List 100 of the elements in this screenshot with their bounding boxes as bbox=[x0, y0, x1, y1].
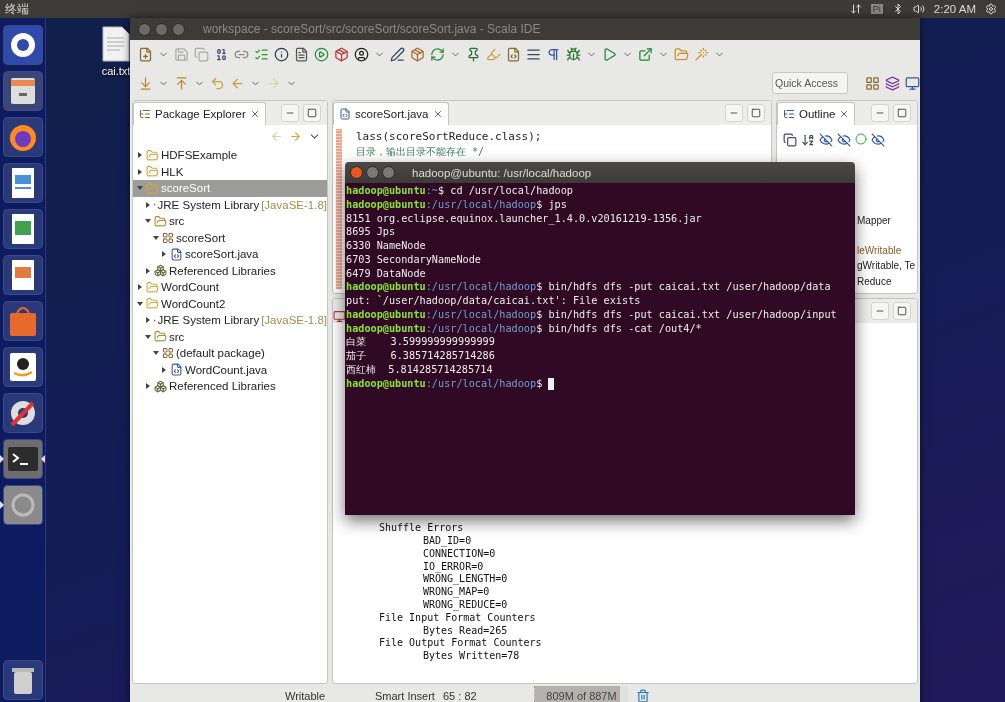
quick-access-field[interactable]: Quick Access bbox=[772, 72, 848, 94]
person-icon[interactable] bbox=[354, 46, 369, 62]
outline-item[interactable]: Reduce bbox=[857, 275, 917, 291]
sort-icon[interactable] bbox=[801, 133, 815, 147]
package-icon[interactable] bbox=[410, 46, 425, 62]
lines-icon[interactable] bbox=[526, 46, 541, 62]
view-tab[interactable]: Package Explorer bbox=[133, 102, 266, 125]
outline-item[interactable]: leWritable bbox=[857, 244, 917, 260]
tree-item[interactable]: WordCount2 bbox=[133, 295, 327, 312]
spreadsheet-icon[interactable] bbox=[2, 209, 43, 249]
logo-icon[interactable] bbox=[2, 25, 43, 65]
hide-static-icon[interactable] bbox=[837, 133, 851, 147]
close-button[interactable] bbox=[350, 166, 363, 179]
tree-item[interactable]: JRE System Library [JavaSE-1.8] bbox=[133, 196, 327, 213]
console-line: IO_ERROR=0 bbox=[423, 560, 485, 574]
maximize-button[interactable] bbox=[172, 22, 185, 36]
wand-icon[interactable] bbox=[694, 46, 709, 62]
forward-arrow-icon[interactable] bbox=[289, 129, 302, 143]
console-icon[interactable] bbox=[333, 310, 346, 323]
binary-icon[interactable] bbox=[214, 46, 229, 62]
tree-item[interactable]: Referenced Libraries bbox=[133, 378, 327, 395]
tree-item[interactable]: HLK bbox=[133, 163, 327, 180]
status-text: 65 : 82 bbox=[443, 690, 478, 702]
tree-item[interactable]: scoreSort.java bbox=[133, 246, 327, 263]
browser-icon[interactable] bbox=[2, 117, 43, 157]
settings-icon[interactable] bbox=[985, 3, 997, 15]
editor-tab[interactable]: scoreSort.java bbox=[333, 102, 449, 125]
trash-icon[interactable] bbox=[2, 660, 43, 700]
output-line: put: `/user/hadoop/data/caicai.txt': File exists bbox=[346, 294, 641, 308]
heap-bar[interactable]: 809M of 887M bbox=[534, 686, 628, 702]
run-config-icon[interactable] bbox=[314, 46, 329, 62]
volume-icon[interactable] bbox=[912, 3, 925, 15]
close-icon[interactable] bbox=[249, 109, 260, 119]
pen-icon[interactable] bbox=[390, 46, 405, 62]
prompt-user: hadoop@ubuntu bbox=[346, 307, 426, 322]
play-icon[interactable] bbox=[602, 46, 617, 62]
close-icon[interactable] bbox=[839, 109, 850, 119]
new-file-icon[interactable] bbox=[138, 46, 153, 62]
bug-icon[interactable] bbox=[566, 46, 581, 62]
outline-item[interactable]: Mapper bbox=[857, 215, 917, 231]
close-icon[interactable] bbox=[432, 109, 443, 119]
refresh-icon[interactable] bbox=[430, 46, 445, 62]
cabinet-icon[interactable] bbox=[2, 71, 43, 111]
java-perspective-icon[interactable] bbox=[905, 75, 920, 91]
tree-item[interactable]: Referenced Libraries bbox=[133, 262, 327, 279]
list-icon[interactable] bbox=[254, 46, 269, 62]
document-icon[interactable] bbox=[2, 163, 43, 203]
console-line: File Input Format Counters bbox=[379, 611, 537, 625]
folder-icon bbox=[154, 330, 167, 344]
close-button[interactable] bbox=[138, 22, 151, 36]
prompt-path: :~ bbox=[425, 184, 438, 198]
pin-icon[interactable] bbox=[466, 46, 481, 62]
command-text: $ jps bbox=[536, 197, 567, 212]
terminal-icon[interactable] bbox=[2, 439, 43, 479]
tree-item[interactable]: src bbox=[133, 328, 327, 345]
tree-item[interactable]: WordCount.java bbox=[133, 361, 327, 378]
text-file-icon[interactable] bbox=[102, 26, 130, 62]
perspective-icon[interactable] bbox=[865, 75, 880, 91]
presentation-icon[interactable] bbox=[2, 255, 43, 295]
window-title: workspace - scoreSort/src/scoreSort/scoreSort.java - Scala IDE bbox=[203, 22, 541, 36]
clock[interactable]: 2:20 AM bbox=[933, 3, 976, 15]
prompt-user: hadoop@ubuntu bbox=[346, 184, 426, 198]
file-label: cai.txt bbox=[101, 65, 131, 77]
maximize-button[interactable] bbox=[382, 166, 395, 179]
heap-label: 809M of 887M bbox=[545, 690, 618, 702]
document-icon[interactable] bbox=[294, 46, 309, 62]
last-edit-icon[interactable] bbox=[210, 75, 225, 91]
tree-item[interactable]: WordCount bbox=[133, 279, 327, 296]
minimize-button[interactable] bbox=[155, 22, 168, 36]
minimize-button[interactable] bbox=[366, 166, 379, 179]
maximize-icon bbox=[751, 108, 761, 118]
hide-fields-icon[interactable] bbox=[819, 133, 833, 147]
code-file-icon[interactable] bbox=[506, 46, 521, 62]
network-icon[interactable] bbox=[849, 3, 862, 15]
help-icon[interactable] bbox=[2, 485, 43, 525]
next-annotation-icon[interactable] bbox=[138, 75, 153, 91]
collapse-all-icon[interactable] bbox=[783, 133, 797, 147]
garbage-collect-icon[interactable] bbox=[636, 689, 650, 702]
pilcrow-icon[interactable] bbox=[546, 46, 561, 62]
previous-annotation-icon[interactable] bbox=[174, 75, 189, 91]
box-icon[interactable] bbox=[334, 46, 349, 62]
outline-item[interactable]: gWritable, Te bbox=[857, 260, 917, 276]
highlighter-icon[interactable] bbox=[486, 46, 501, 62]
tree-item[interactable]: src bbox=[133, 213, 327, 230]
info-icon[interactable] bbox=[274, 46, 289, 62]
dot-icon[interactable] bbox=[855, 133, 867, 145]
tree-item[interactable]: (default package) bbox=[133, 345, 327, 362]
external-run-icon[interactable] bbox=[638, 46, 653, 62]
scala-perspective-icon[interactable] bbox=[885, 75, 900, 91]
input-method[interactable]: Pi bbox=[870, 4, 883, 14]
hide-local-icon[interactable] bbox=[871, 133, 885, 147]
view-tab[interactable]: Outline bbox=[777, 102, 856, 125]
folder-icon[interactable] bbox=[674, 46, 689, 62]
gear-wrench-icon[interactable] bbox=[2, 393, 43, 433]
shopping-bag-icon[interactable] bbox=[2, 301, 43, 341]
command-text: $ bbox=[536, 376, 544, 391]
tree-item[interactable]: HDFSExample bbox=[133, 147, 327, 164]
tree-item[interactable]: scoreSort bbox=[133, 229, 327, 246]
tree-item[interactable]: JRE System Library [JavaSE-1.8] bbox=[133, 312, 327, 329]
output-line: 西红柿 5.814285714285714 bbox=[346, 362, 493, 377]
